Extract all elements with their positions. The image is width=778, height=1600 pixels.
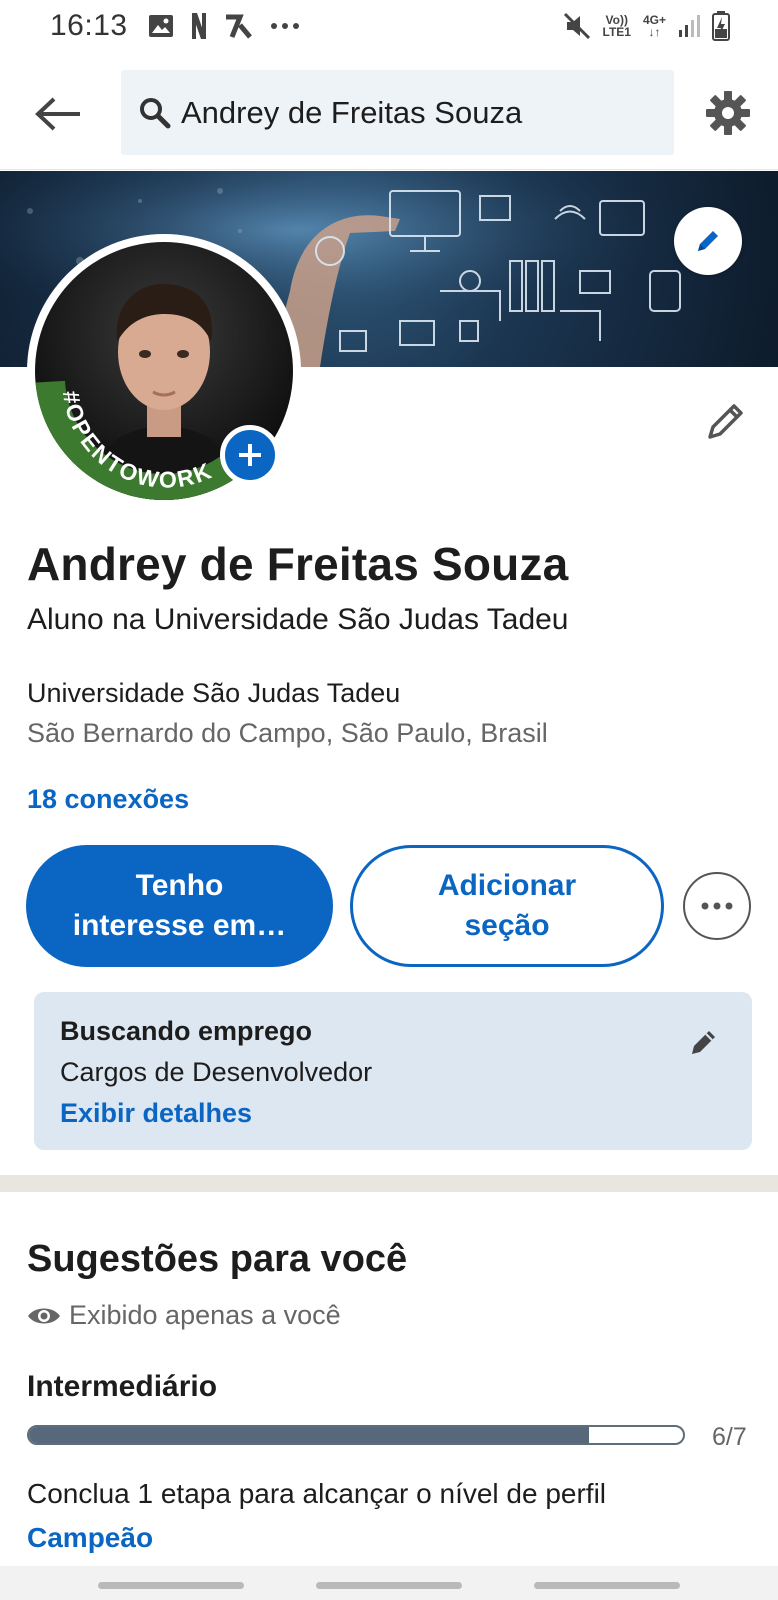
status-time: 16:13	[50, 9, 128, 42]
edit-open-to-work-button[interactable]	[682, 1020, 726, 1064]
add-photo-button[interactable]	[220, 425, 280, 485]
battery-icon	[712, 11, 730, 41]
signal-icon	[679, 15, 700, 37]
more-notifications-icon	[270, 23, 299, 29]
pencil-icon	[708, 404, 743, 439]
otw-roles: Cargos de Desenvolvedor	[60, 1057, 373, 1087]
status-right-icons: Vo)) LTE1 4G+ ↓↑	[563, 11, 730, 41]
profile-headline: Aluno na Universidade São Judas Tadeu	[27, 603, 569, 636]
edit-intro-button[interactable]	[700, 395, 752, 447]
next-level-link[interactable]: Campeão	[27, 1522, 153, 1554]
visibility-note: Exibido apenas a você	[27, 1300, 341, 1331]
netflix-icon	[191, 13, 206, 39]
profile-level: Intermediário	[27, 1370, 218, 1403]
add-section-button[interactable]: Adicionar seção	[350, 845, 664, 967]
nav-back-button[interactable]	[534, 1582, 680, 1589]
top-bar: Andrey de Freitas Souza	[0, 60, 778, 170]
mute-icon	[563, 12, 590, 40]
gear-icon	[706, 91, 750, 135]
app-notification-icon	[225, 14, 252, 39]
notification-icons	[148, 12, 300, 40]
pencil-icon	[692, 1031, 715, 1054]
profile-strength-fill	[29, 1427, 590, 1443]
section-divider	[0, 1175, 778, 1192]
volte-indicator: Vo)) LTE1	[602, 13, 631, 39]
profile-name: Andrey de Freitas Souza	[27, 538, 569, 590]
data-indicator: 4G+ ↓↑	[642, 13, 666, 39]
nav-recents-button[interactable]	[98, 1582, 244, 1589]
progress-count: 6/7	[712, 1423, 747, 1451]
back-button[interactable]	[30, 86, 86, 142]
gallery-icon	[148, 15, 173, 37]
plus-icon	[239, 444, 261, 466]
interested-in-button[interactable]: Tenho interesse em…	[26, 845, 333, 967]
settings-button[interactable]	[700, 85, 756, 141]
open-to-work-card: Buscando emprego Cargos de Desenvolvedor…	[34, 992, 752, 1150]
search-icon	[140, 97, 171, 128]
more-horizontal-icon	[701, 902, 733, 910]
visibility-text: Exibido apenas a você	[69, 1300, 341, 1330]
suggestions-title: Sugestões para você	[27, 1238, 408, 1280]
system-nav-bar	[0, 1566, 778, 1600]
profile-location: São Bernardo do Campo, São Paulo, Brasil	[27, 718, 548, 748]
otw-title: Buscando emprego	[60, 1016, 313, 1046]
status-bar: 16:13 Vo)) LTE1 4G+ ↓↑	[0, 0, 778, 52]
profile-strength-bar	[27, 1425, 685, 1445]
more-actions-button[interactable]	[683, 872, 751, 940]
edit-banner-button[interactable]	[674, 207, 742, 275]
suggestion-description: Conclua 1 etapa para alcançar o nível de…	[27, 1478, 607, 1509]
eye-icon	[28, 1308, 60, 1323]
nav-home-button[interactable]	[316, 1582, 462, 1589]
connections-link[interactable]: 18 conexões	[27, 784, 189, 815]
search-input[interactable]: Andrey de Freitas Souza	[121, 70, 674, 155]
search-query: Andrey de Freitas Souza	[181, 94, 523, 130]
show-details-link[interactable]: Exibir detalhes	[60, 1098, 726, 1129]
profile-school: Universidade São Judas Tadeu	[27, 678, 401, 708]
pencil-icon	[698, 231, 718, 251]
arrow-left-icon	[35, 97, 80, 131]
